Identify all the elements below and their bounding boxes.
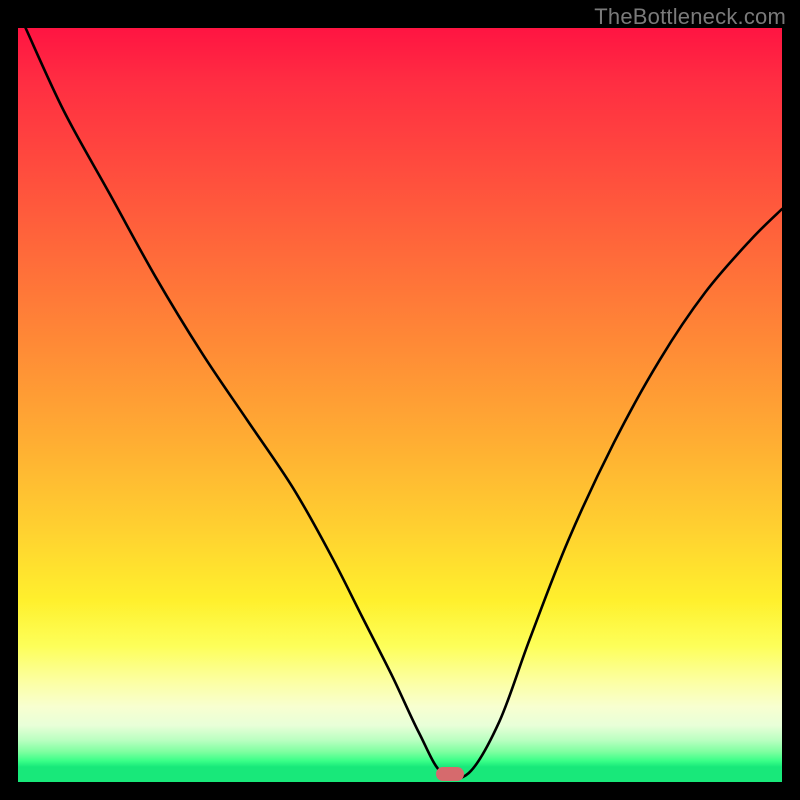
bottleneck-curve: [18, 28, 782, 782]
watermark-text: TheBottleneck.com: [594, 4, 786, 30]
plot-area: [18, 28, 782, 782]
chart-frame: TheBottleneck.com: [0, 0, 800, 800]
optimal-point-marker: [436, 767, 464, 781]
